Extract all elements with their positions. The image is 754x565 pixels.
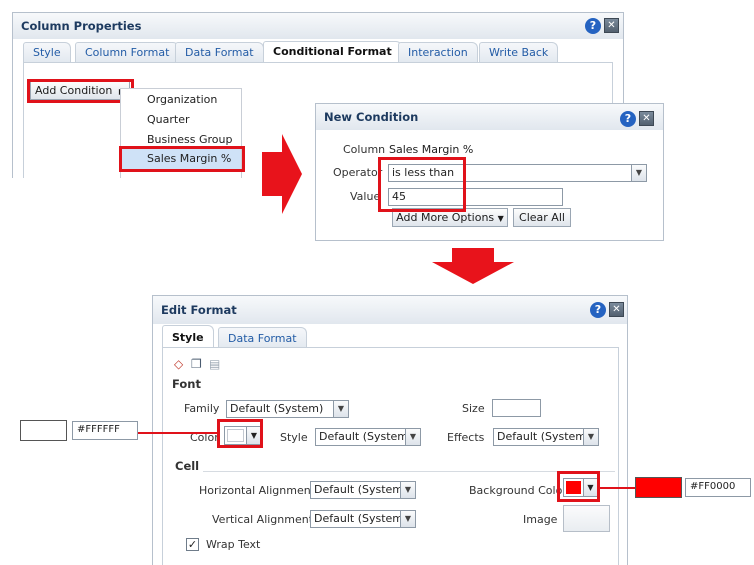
tab-column-format[interactable]: Column Format [75,42,180,62]
font-color-callout-swatch [20,420,67,441]
font-color-hex: #FFFFFF [77,424,120,435]
style-select[interactable]: Default (System) ▼ [315,428,421,446]
font-section-title: Font [172,377,201,391]
effects-label: Effects [447,431,485,444]
image-label: Image [523,513,558,526]
tab-data-format[interactable]: Data Format [218,327,307,348]
dialog-title: New Condition [316,104,663,130]
background-color-connector [600,487,636,489]
bg-color-label: Background Color [469,484,567,497]
family-select[interactable]: Default (System) ▼ [226,400,349,418]
tab-interaction[interactable]: Interaction [398,42,478,62]
h-align-label: Horizontal Alignment [199,484,316,497]
chevron-down-icon[interactable]: ▼ [631,165,646,181]
image-picker[interactable] [563,505,610,532]
font-color-callout-field: #FFFFFF [72,421,138,440]
chevron-down-icon[interactable]: ▼ [405,429,420,445]
caret-down-icon: ▼ [497,214,504,223]
new-condition-dialog: New Condition ? ✕ Column Sales Margin % … [315,103,664,241]
down-arrow-icon [432,248,514,284]
chevron-down-icon[interactable]: ▼ [400,511,415,527]
add-more-options-label: Add More Options [396,211,495,224]
v-align-select[interactable]: Default (System) ▼ [310,510,416,528]
chevron-down-icon[interactable]: ▼ [333,401,348,417]
close-icon[interactable]: ✕ [639,111,654,126]
help-icon[interactable]: ? [620,111,636,127]
column-value: Sales Margin % [389,143,474,156]
h-align-value: Default (System) [314,483,408,496]
wrap-text-checkbox[interactable]: ✓ [186,538,199,551]
style-value: Default (System) [319,430,413,443]
v-align-value: Default (System) [314,512,408,525]
operator-label: Operator [333,166,383,179]
help-icon[interactable]: ? [590,302,606,318]
background-color-callout-field: #FF0000 [685,478,751,497]
value-label: Value [350,190,381,203]
family-value: Default (System) [230,402,324,415]
clear-format-icon[interactable]: ◇ [174,357,183,371]
background-color-highlight [557,471,600,502]
close-icon[interactable]: ✕ [609,302,624,317]
clear-all-button[interactable]: Clear All [513,208,571,227]
background-color-callout-swatch [635,477,682,498]
tab-conditional-format[interactable]: Conditional Format [263,41,402,62]
family-label: Family [184,402,220,415]
h-align-select[interactable]: Default (System) ▼ [310,481,416,499]
style-label: Style [280,431,308,444]
effects-select[interactable]: Default (System) ▼ [493,428,599,446]
sales-margin-highlight [119,146,245,172]
font-color-connector [137,432,218,434]
cell-divider [203,471,615,472]
size-label: Size [462,402,485,415]
font-color-highlight [217,419,263,448]
v-align-label: Vertical Alignment [212,513,314,526]
tab-style[interactable]: Style [162,325,214,348]
size-field[interactable] [492,399,541,417]
right-arrow-icon [262,134,302,214]
menu-item-organization[interactable]: Organization [121,90,241,110]
column-label: Column [343,143,386,156]
help-icon[interactable]: ? [585,18,601,34]
tab-data-format[interactable]: Data Format [175,42,264,62]
effects-value: Default (System) [497,430,591,443]
wrap-text-label: Wrap Text [206,538,261,551]
style-panel [162,347,619,565]
add-condition-highlight [27,79,134,103]
paste-icon[interactable]: ▤ [209,357,220,371]
chevron-down-icon[interactable]: ▼ [583,429,598,445]
copy-icon[interactable]: ❐ [191,357,202,371]
background-color-hex: #FF0000 [690,481,736,492]
close-icon[interactable]: ✕ [604,18,619,33]
menu-item-quarter[interactable]: Quarter [121,110,241,130]
tab-write-back[interactable]: Write Back [479,42,559,62]
dialog-title: Edit Format [153,296,627,324]
operator-value-highlight [378,157,466,212]
dialog-title: Column Properties [13,13,623,39]
chevron-down-icon[interactable]: ▼ [400,482,415,498]
cell-section-title: Cell [175,459,200,473]
tab-style[interactable]: Style [23,42,71,62]
